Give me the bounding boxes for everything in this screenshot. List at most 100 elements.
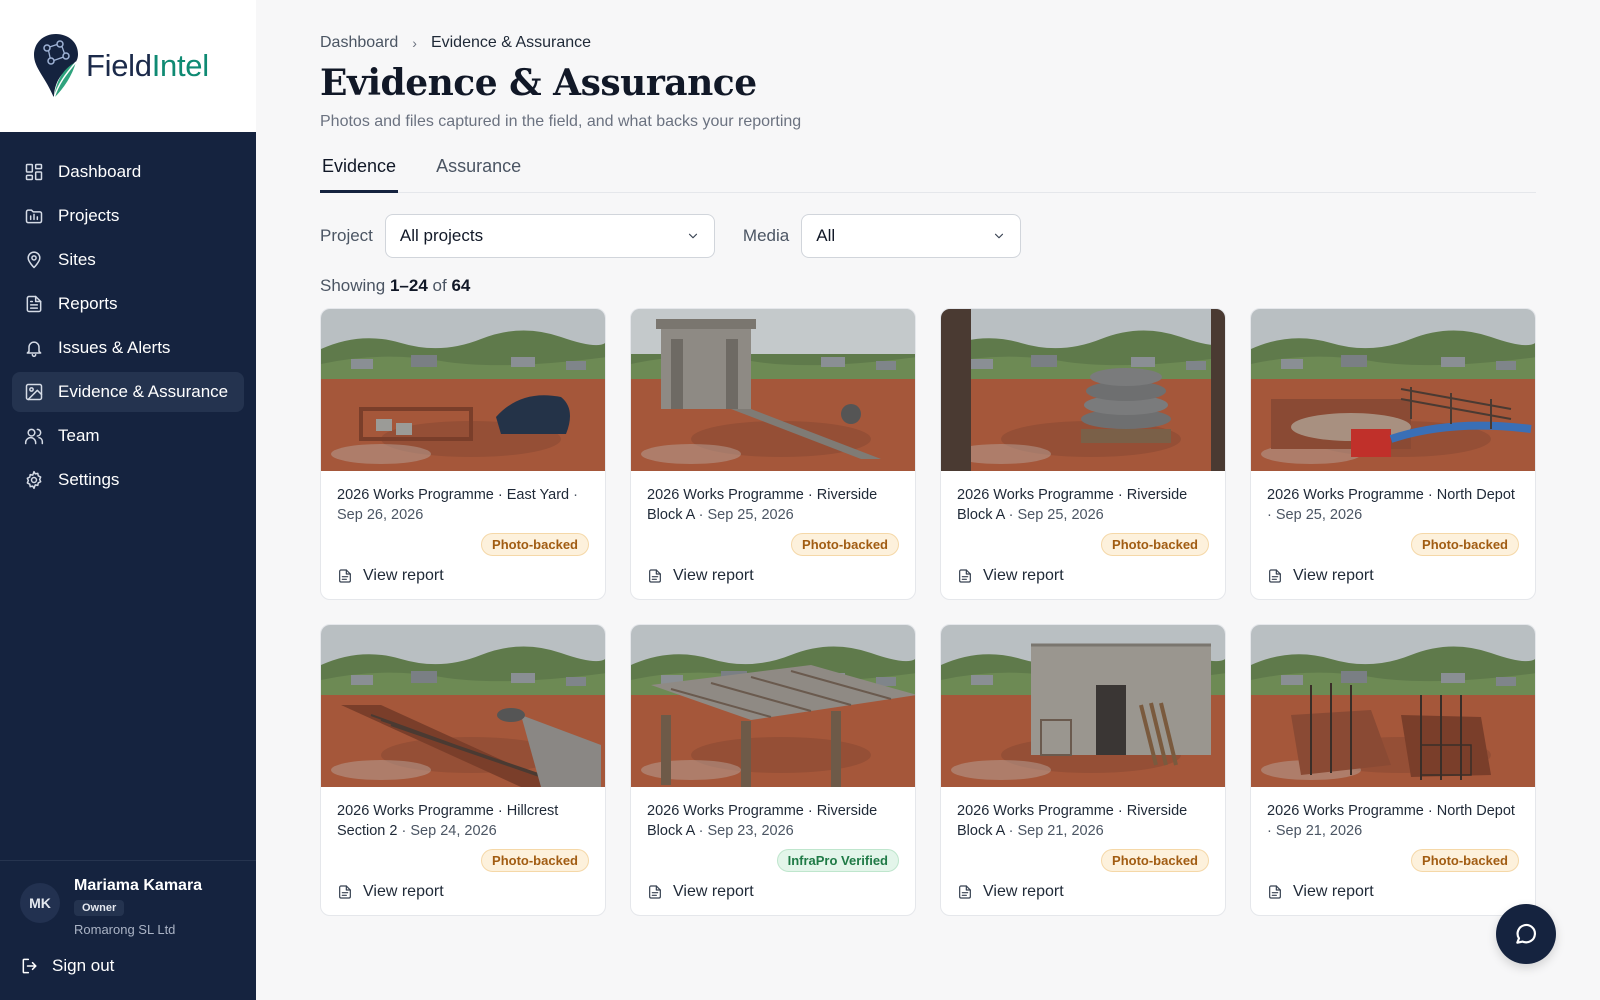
evidence-card[interactable]: 2026 Works Programme · North Depot · Sep… <box>1250 308 1536 600</box>
fieldintel-logo-icon <box>34 34 78 99</box>
sidebar-item-issues-alerts[interactable]: Issues & Alerts <box>12 328 244 368</box>
evidence-card-separator: · <box>694 823 708 839</box>
evidence-card[interactable]: 2026 Works Programme · Riverside Block A… <box>940 308 1226 600</box>
evidence-card-caption: 2026 Works Programme · Hillcrest Section… <box>321 787 605 845</box>
chat-button[interactable] <box>1496 904 1556 964</box>
sidebar-item-team[interactable]: Team <box>12 416 244 456</box>
evidence-card-separator: · <box>1004 507 1018 523</box>
report-icon <box>24 294 44 314</box>
breadcrumb-current: Evidence & Assurance <box>430 34 592 51</box>
view-report-link[interactable]: View report <box>1267 883 1374 901</box>
document-icon <box>339 569 351 583</box>
view-report-label: View report <box>983 883 1064 900</box>
status-badge: Photo-backed <box>1411 849 1519 872</box>
project-select-value: All projects <box>399 226 484 245</box>
avatar[interactable]: MK <box>20 883 60 923</box>
evidence-card[interactable]: 2026 Works Programme · Riverside Block A… <box>630 308 916 600</box>
breadcrumb: Dashboard › Evidence & Assurance <box>320 34 591 52</box>
project-filter-label: Project <box>320 226 373 245</box>
sidebar-item-label: Reports <box>58 294 118 313</box>
view-report-link[interactable]: View report <box>957 567 1064 585</box>
evidence-card-date: Sep 25, 2026 <box>1017 507 1104 523</box>
breadcrumb-dashboard-link[interactable]: Dashboard <box>320 34 398 52</box>
evidence-card-separator: · <box>569 487 578 503</box>
media-select-value: All <box>816 226 836 245</box>
logo[interactable]: FieldIntel <box>0 0 256 132</box>
image-icon <box>24 382 44 402</box>
bell-icon <box>24 338 44 358</box>
sidebar-item-label: Settings <box>58 470 120 489</box>
status-badge: Photo-backed <box>1101 849 1209 872</box>
tab-evidence[interactable]: Evidence <box>320 150 399 193</box>
page-title: Evidence & Assurance <box>320 62 757 104</box>
view-report-link[interactable]: View report <box>337 883 444 901</box>
evidence-card[interactable]: 2026 Works Programme · North Depot · Sep… <box>1250 624 1536 916</box>
sidebar-item-label: Team <box>58 426 100 445</box>
results-range: 1–24 <box>389 276 428 295</box>
evidence-card-date: Sep 21, 2026 <box>1017 823 1104 839</box>
sidebar-item-reports[interactable]: Reports <box>12 284 244 324</box>
results-count: Showing 1–24 of 64 <box>320 276 470 296</box>
evidence-card-title: 2026 Works Programme · East Yard <box>337 487 570 503</box>
logo-text-intel: Intel <box>151 48 209 83</box>
evidence-card[interactable]: 2026 Works Programme · Riverside Block A… <box>630 624 916 916</box>
evidence-card-date: Sep 25, 2026 <box>1275 507 1363 523</box>
view-report-link[interactable]: View report <box>647 567 754 585</box>
results-total: 64 <box>451 276 471 295</box>
project-select[interactable]: All projects <box>384 214 715 258</box>
status-badge: Photo-backed <box>791 533 899 556</box>
evidence-card[interactable]: 2026 Works Programme · East Yard · Sep 2… <box>320 308 606 600</box>
evidence-card-title: 2026 Works Programme · North Depot <box>1267 803 1515 819</box>
evidence-photo[interactable] <box>941 309 1226 471</box>
evidence-photo[interactable] <box>1251 625 1536 787</box>
evidence-card-caption: 2026 Works Programme · East Yard · Sep 2… <box>321 471 605 529</box>
tab-assurance[interactable]: Assurance <box>434 150 523 193</box>
document-icon <box>649 885 661 899</box>
sidebar-item-projects[interactable]: Projects <box>12 196 244 236</box>
view-report-label: View report <box>983 567 1064 584</box>
view-report-label: View report <box>673 883 754 900</box>
view-report-link[interactable]: View report <box>337 567 444 585</box>
organization-name: Romarong SL Ltd <box>74 922 176 937</box>
gear-icon <box>24 470 44 490</box>
tabs: Evidence Assurance <box>320 150 1536 193</box>
evidence-card-date: Sep 21, 2026 <box>1275 823 1363 839</box>
evidence-photo[interactable] <box>941 625 1226 787</box>
evidence-card-separator: · <box>1004 823 1018 839</box>
sidebar-item-dashboard[interactable]: Dashboard <box>12 152 244 192</box>
document-icon <box>959 569 971 583</box>
view-report-label: View report <box>363 883 444 900</box>
sidebar-item-evidence-assurance[interactable]: Evidence & Assurance <box>12 372 244 412</box>
sign-out-label: Sign out <box>52 956 115 975</box>
evidence-card-title: 2026 Works Programme · North Depot <box>1267 487 1515 503</box>
map-pin-icon <box>24 250 44 270</box>
document-icon <box>339 885 351 899</box>
view-report-link[interactable]: View report <box>1267 567 1374 585</box>
evidence-card-separator: · <box>397 823 411 839</box>
evidence-photo[interactable] <box>631 309 916 471</box>
media-select[interactable]: All <box>801 214 1022 258</box>
projects-icon <box>24 206 44 226</box>
view-report-link[interactable]: View report <box>957 883 1064 901</box>
status-badge: InfraPro Verified <box>776 849 899 872</box>
view-report-link[interactable]: View report <box>647 883 754 901</box>
media-filter-label: Media <box>742 226 790 245</box>
sidebar: FieldIntel Dashboard Projects Sites Repo… <box>0 0 256 1000</box>
status-badge: Photo-backed <box>481 849 589 872</box>
evidence-card[interactable]: 2026 Works Programme · Riverside Block A… <box>940 624 1226 916</box>
page-subtitle: Photos and files captured in the field, … <box>320 113 802 130</box>
results-prefix: Showing <box>320 276 386 295</box>
evidence-card-caption: 2026 Works Programme · North Depot · Sep… <box>1251 471 1535 529</box>
document-icon <box>959 885 971 899</box>
sign-out-button[interactable]: Sign out <box>20 956 114 976</box>
evidence-card-caption: 2026 Works Programme · Riverside Block A… <box>631 471 915 529</box>
sidebar-item-settings[interactable]: Settings <box>12 460 244 500</box>
evidence-photo[interactable] <box>1251 309 1536 471</box>
evidence-photo[interactable] <box>631 625 916 787</box>
evidence-photo[interactable] <box>321 625 606 787</box>
evidence-card-date: Sep 25, 2026 <box>707 507 794 523</box>
sidebar-item-label: Sites <box>58 250 96 269</box>
evidence-photo[interactable] <box>321 309 606 471</box>
evidence-card[interactable]: 2026 Works Programme · Hillcrest Section… <box>320 624 606 916</box>
sidebar-item-sites[interactable]: Sites <box>12 240 244 280</box>
